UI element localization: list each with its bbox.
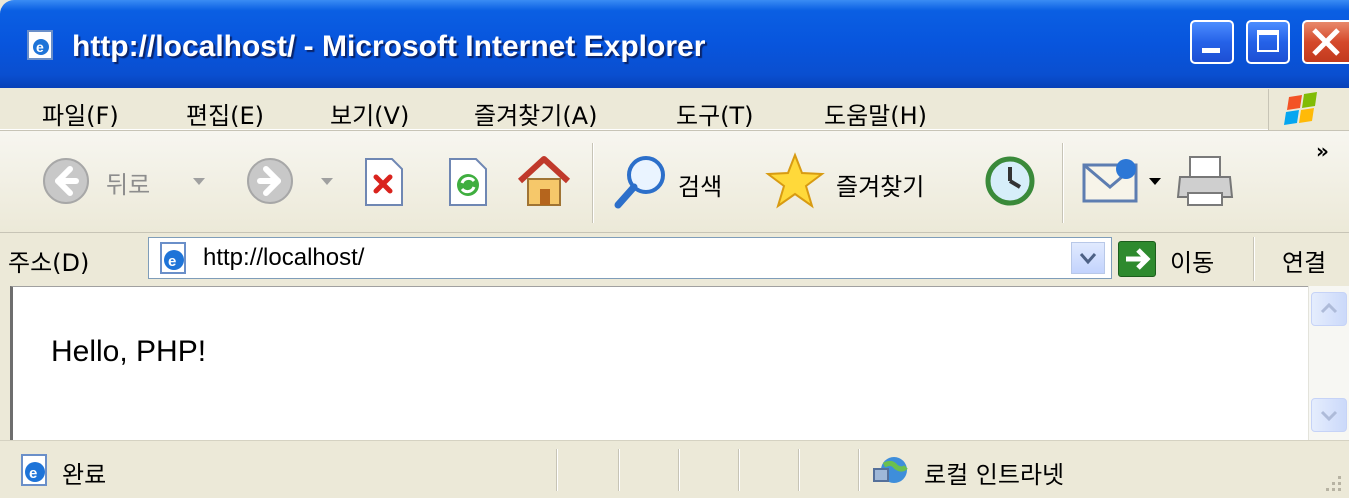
resize-grip-icon[interactable] <box>1320 470 1344 494</box>
menu-tools[interactable]: 도구(T) <box>676 96 754 131</box>
scroll-up-button[interactable] <box>1311 292 1347 326</box>
close-icon <box>1312 28 1340 56</box>
status-divider <box>678 449 680 491</box>
menu-bar: 파일(F) 편집(E) 보기(V) 즐겨찾기(A) 도구(T) 도움말(H) <box>0 88 1349 130</box>
window-title: http://localhost/ - Microsoft Internet E… <box>72 30 706 63</box>
page-text: Hello, PHP! <box>51 335 207 368</box>
svg-text:e: e <box>168 253 176 270</box>
maximize-icon <box>1257 30 1279 52</box>
standard-toolbar: 뒤로 검색 즐겨찾기 » <box>0 130 1349 232</box>
print-icon[interactable] <box>1174 153 1236 211</box>
history-icon[interactable] <box>982 153 1038 209</box>
scroll-down-button[interactable] <box>1311 398 1347 432</box>
mail-button[interactable] <box>1080 153 1164 211</box>
home-icon[interactable] <box>514 153 574 209</box>
page-done-icon: e <box>21 454 47 486</box>
intranet-zone-icon <box>873 457 908 483</box>
search-label: 검색 <box>678 173 723 201</box>
favorites-button[interactable]: 즐겨찾기 <box>764 151 964 213</box>
address-url: http://localhost/ <box>203 244 365 271</box>
chevron-down-icon <box>1079 253 1097 265</box>
close-button[interactable] <box>1302 20 1349 64</box>
windows-flag-icon <box>1284 92 1317 125</box>
back-label: 뒤로 <box>106 171 151 199</box>
maximize-button[interactable] <box>1246 20 1290 64</box>
menu-help[interactable]: 도움말(H) <box>824 96 927 131</box>
address-input[interactable]: e http://localhost/ <box>148 237 1112 279</box>
mail-dropdown-icon <box>1149 178 1161 185</box>
toolbar-separator <box>592 143 594 223</box>
status-text: 완료 <box>62 461 107 489</box>
svg-text:e: e <box>36 39 44 55</box>
forward-arrow-icon <box>247 158 293 204</box>
forward-button[interactable] <box>244 153 344 211</box>
minimize-icon <box>1202 48 1220 53</box>
menu-favorites[interactable]: 즐겨찾기(A) <box>474 96 597 131</box>
status-divider <box>556 449 558 491</box>
status-bar: e 완료 로컬 인트라넷 <box>0 440 1349 498</box>
links-separator <box>1253 237 1255 281</box>
toolbar-separator <box>1062 143 1064 223</box>
back-dropdown-icon <box>193 178 205 185</box>
favorites-star-icon <box>765 152 825 209</box>
forward-dropdown-icon <box>321 178 333 185</box>
go-arrow-icon <box>1126 248 1151 270</box>
stop-icon[interactable] <box>362 157 406 207</box>
status-divider <box>738 449 740 491</box>
title-bar[interactable]: e http://localhost/ - Microsoft Internet… <box>0 0 1349 88</box>
ie-page-icon: e <box>27 30 53 60</box>
browser-window: e http://localhost/ - Microsoft Internet… <box>0 0 1349 498</box>
search-button[interactable]: 검색 <box>610 151 750 213</box>
menu-file[interactable]: 파일(F) <box>42 96 119 131</box>
status-divider <box>798 449 800 491</box>
menu-view[interactable]: 보기(V) <box>330 96 409 131</box>
menu-edit[interactable]: 편집(E) <box>186 96 264 131</box>
address-label: 주소(D) <box>8 249 90 277</box>
zone-label: 로컬 인트라넷 <box>924 461 1065 489</box>
address-bar: 주소(D) e http://localhost/ 이동 연결 <box>0 232 1349 284</box>
back-button[interactable]: 뒤로 <box>40 153 230 211</box>
links-label[interactable]: 연결 <box>1282 243 1326 278</box>
search-icon <box>614 156 665 209</box>
favorites-label: 즐겨찾기 <box>836 173 925 201</box>
address-dropdown-button[interactable] <box>1071 242 1105 274</box>
refresh-icon[interactable] <box>446 157 490 207</box>
page-content: Hello, PHP! <box>10 286 1308 440</box>
status-divider <box>618 449 620 491</box>
page-icon: e <box>160 242 186 274</box>
chevron-up-icon <box>1320 302 1338 314</box>
windows-logo <box>1268 89 1349 130</box>
vertical-scrollbar[interactable] <box>1308 286 1349 440</box>
status-divider <box>858 449 860 491</box>
svg-text:e: e <box>29 465 37 482</box>
go-button[interactable] <box>1118 241 1156 277</box>
chevron-down-icon <box>1320 410 1338 422</box>
mail-icon <box>1082 159 1138 203</box>
toolbar-chevron[interactable]: » <box>1316 139 1329 163</box>
minimize-button[interactable] <box>1190 20 1234 64</box>
go-label[interactable]: 이동 <box>1170 243 1214 278</box>
back-arrow-icon <box>43 158 89 204</box>
